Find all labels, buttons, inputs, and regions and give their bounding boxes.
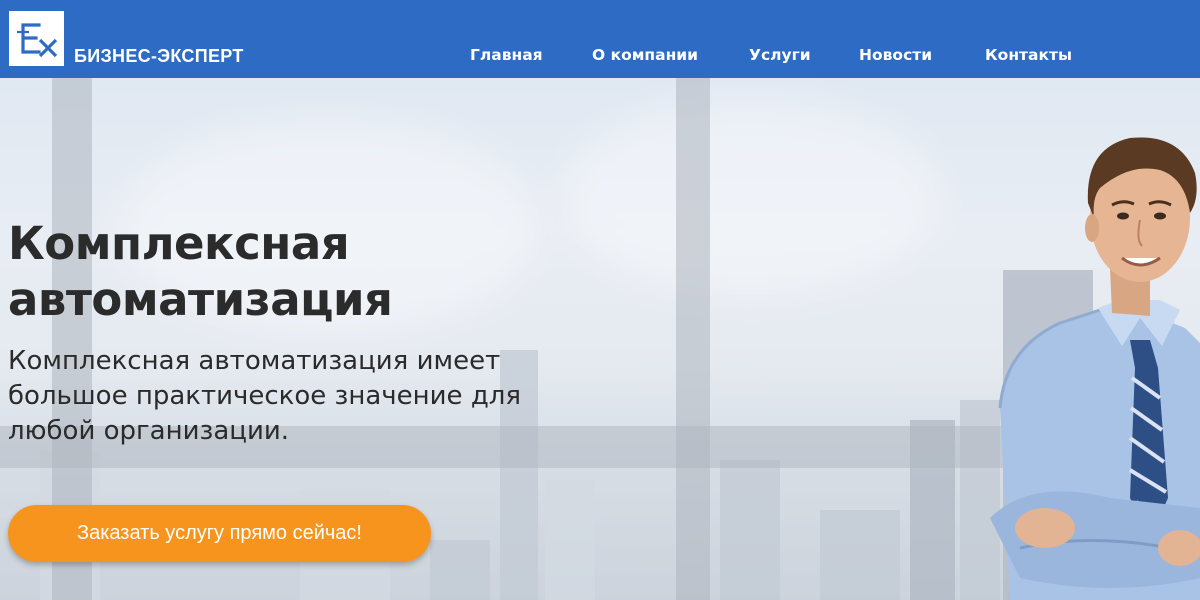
businessman-image	[990, 78, 1200, 600]
top-navigation-bar: БИЗНЕС-ЭКСПЕРТ Главная О компании Услуги…	[0, 0, 1200, 78]
main-navigation: Главная О компании Услуги Новости Контак…	[0, 46, 1200, 70]
hero-title: Комплексная автоматизация	[8, 216, 393, 328]
hero-subtitle: Комплексная автоматизация имеет большое …	[8, 346, 522, 446]
nav-item-contacts[interactable]: Контакты	[985, 46, 1072, 64]
nav-item-home[interactable]: Главная	[470, 46, 543, 64]
order-service-button[interactable]: Заказать услугу прямо сейчас!	[8, 505, 431, 562]
hero-title-line-1: Комплексная	[8, 217, 350, 270]
nav-item-services[interactable]: Услуги	[749, 46, 811, 64]
hero-title-line-2: автоматизация	[8, 273, 393, 326]
nav-item-news[interactable]: Новости	[859, 46, 932, 64]
nav-item-about[interactable]: О компании	[592, 46, 698, 64]
